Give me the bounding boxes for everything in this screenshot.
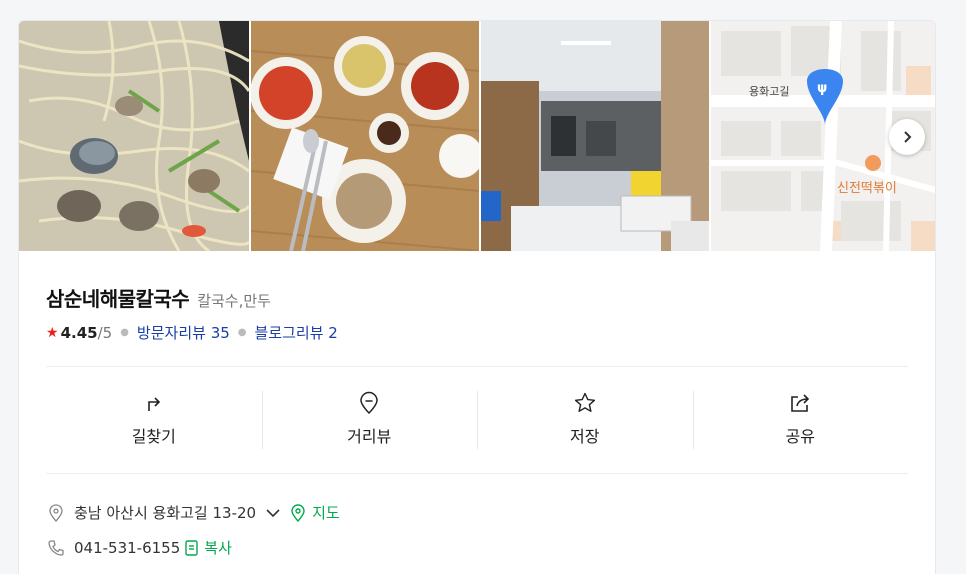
place-card: 용화고길 ψ 신전떡볶이 삼순네해물칼국수 칼국수,만두 ★ 4.45 /5 ●… (18, 20, 936, 574)
directions-button[interactable]: 길찾기 (46, 389, 262, 449)
share-icon (791, 394, 810, 412)
address-row: 충남 아산시 용화고길 13-20 지도 (46, 502, 340, 523)
action-bar: 길찾기 거리뷰 저장 공유 (46, 389, 908, 449)
side-dishes-photo[interactable] (249, 21, 479, 251)
street-view-label: 거리뷰 (347, 427, 392, 446)
phone-row: 041-531-6155 복사 (46, 537, 232, 558)
directions-icon (147, 397, 160, 411)
copy-label: 복사 (204, 539, 232, 557)
rating-max: /5 (97, 323, 113, 342)
map-street-label: 용화고길 (749, 85, 790, 98)
star-icon (574, 392, 595, 412)
place-category: 칼국수,만두 (197, 292, 271, 310)
copy-icon (185, 539, 198, 556)
map-marker-icon (291, 503, 305, 522)
rating-star-icon: ★ (46, 324, 59, 341)
divider (46, 366, 908, 367)
save-label: 저장 (570, 427, 600, 446)
place-name[interactable]: 삼순네해물칼국수 (46, 283, 190, 312)
share-label: 공유 (785, 427, 815, 446)
kitchen-photo[interactable] (479, 21, 709, 251)
save-button[interactable]: 저장 (477, 389, 693, 449)
street-view-button[interactable]: 거리뷰 (261, 389, 478, 449)
rating-value: 4.45 (60, 323, 98, 342)
share-button[interactable]: 공유 (692, 389, 909, 449)
divider (46, 473, 908, 474)
map-poi-label: 신전떡볶이 (837, 181, 897, 196)
separator-dot: ● (237, 327, 247, 338)
street-view-icon (360, 391, 379, 415)
place-info: 삼순네해물칼국수 칼국수,만두 ★ 4.45 /5 ● 방문자리뷰 35 ● 블… (46, 283, 908, 343)
address-text: 충남 아산시 용화고길 13-20 (74, 504, 257, 522)
chevron-right-icon (904, 131, 912, 143)
phone-number[interactable]: 041-531-6155 (74, 539, 180, 557)
chevron-down-icon[interactable] (264, 504, 282, 522)
visitor-reviews-link[interactable]: 방문자리뷰 35 (137, 322, 230, 343)
directions-label: 길찾기 (131, 427, 176, 446)
phone-icon (48, 539, 64, 556)
separator-dot: ● (120, 327, 129, 338)
blog-reviews-link[interactable]: 블로그리뷰 2 (255, 322, 338, 343)
location-pin-icon (49, 503, 63, 522)
map-pin-icon: ψ (817, 81, 828, 96)
copy-phone-button[interactable]: 복사 (184, 537, 232, 558)
map-link[interactable]: 지도 (290, 502, 340, 523)
photo-strip: 용화고길 ψ 신전떡볶이 (19, 21, 935, 251)
next-photo-button[interactable] (889, 119, 925, 155)
map-link-label: 지도 (312, 504, 340, 522)
clam-noodle-photo[interactable] (19, 21, 249, 251)
